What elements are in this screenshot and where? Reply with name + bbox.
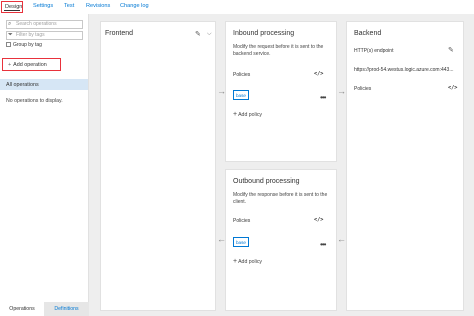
top-tabs: Design Settings Test Revisions Change lo… xyxy=(0,0,474,14)
search-operations-input[interactable]: ⌕ Search operations xyxy=(6,20,83,29)
outbound-description: Modify the response before it is sent to… xyxy=(233,192,328,205)
inbound-add-policy-label: Add policy xyxy=(238,112,263,118)
all-operations-item[interactable]: All operations xyxy=(0,79,88,90)
add-operation-button[interactable]: + Add operation xyxy=(2,58,61,71)
outbound-card: Outbound processing Modify the response … xyxy=(225,169,337,311)
pencil-icon[interactable]: ✎ xyxy=(195,30,201,38)
tab-operations[interactable]: Operations xyxy=(0,302,44,316)
frontend-title: Frontend xyxy=(105,30,134,37)
outbound-code-icon[interactable]: </> xyxy=(314,217,323,223)
inbound-title: Inbound processing xyxy=(233,30,295,37)
search-placeholder: Search operations xyxy=(16,21,57,27)
inbound-base-tag[interactable]: base xyxy=(233,90,249,100)
backend-code-icon[interactable]: </> xyxy=(448,85,457,91)
inbound-add-policy-button[interactable]: +Add policy xyxy=(233,111,262,118)
inbound-code-icon[interactable]: </> xyxy=(314,71,323,77)
bottom-tabs: Operations Definitions xyxy=(0,302,89,316)
checkbox-icon xyxy=(6,42,11,47)
pencil-icon[interactable]: ✎ xyxy=(448,46,454,54)
tab-test[interactable]: Test xyxy=(64,3,74,9)
backend-policies-label: Policies xyxy=(354,86,372,92)
inbound-description: Modify the request before it is sent to … xyxy=(233,44,324,57)
outbound-title: Outbound processing xyxy=(233,178,300,185)
filter-placeholder: Filter by tags xyxy=(16,32,45,38)
tab-definitions[interactable]: Definitions xyxy=(44,302,89,316)
outbound-add-policy-button[interactable]: +Add policy xyxy=(233,258,262,265)
group-by-tag-checkbox[interactable]: Group by tag xyxy=(6,42,42,48)
arrow-right-icon: → xyxy=(337,86,346,96)
design-canvas: Frontend ✎ ⌵ Inbound processing Modify t… xyxy=(89,14,474,316)
backend-card: Backend HTTP(s) endpoint ✎ https://prod-… xyxy=(346,21,464,311)
tab-revisions[interactable]: Revisions xyxy=(86,3,110,9)
outbound-policies-label: Policies xyxy=(233,218,251,224)
inbound-more-icon[interactable]: ••• xyxy=(320,94,326,102)
arrow-left-icon: ← xyxy=(337,234,346,244)
arrow-right-icon: → xyxy=(217,86,226,96)
plus-icon: + xyxy=(233,258,238,265)
tab-settings[interactable]: Settings xyxy=(33,3,53,9)
backend-title: Backend xyxy=(354,30,382,37)
inbound-card: Inbound processing Modify the request be… xyxy=(225,21,337,162)
plus-icon: + xyxy=(8,62,12,68)
backend-endpoint-url: https://prod-54.westus.logic.azure.com:4… xyxy=(354,67,454,73)
empty-message: No operations to display. xyxy=(6,98,63,104)
search-icon: ⌕ xyxy=(8,21,12,27)
add-operation-label: Add operation xyxy=(13,62,47,68)
outbound-more-icon[interactable]: ••• xyxy=(320,241,326,249)
inbound-policies-label: Policies xyxy=(233,72,251,78)
outbound-base-tag[interactable]: base xyxy=(233,237,249,247)
frontend-card: Frontend ✎ ⌵ xyxy=(100,21,216,311)
tab-change-log[interactable]: Change log xyxy=(120,3,149,9)
filter-tags-input[interactable]: ⏷ Filter by tags xyxy=(6,31,83,40)
filter-icon: ⏷ xyxy=(8,32,13,38)
operations-panel: ⌕ Search operations ⏷ Filter by tags Gro… xyxy=(0,14,89,316)
chevron-down-icon[interactable]: ⌵ xyxy=(207,31,212,38)
backend-endpoint-label: HTTP(s) endpoint xyxy=(354,48,394,54)
outbound-add-policy-label: Add policy xyxy=(238,259,263,265)
group-by-tag-label: Group by tag xyxy=(13,42,42,48)
arrow-left-icon: ← xyxy=(217,234,226,244)
tab-design[interactable]: Design xyxy=(1,1,23,13)
plus-icon: + xyxy=(233,111,238,118)
